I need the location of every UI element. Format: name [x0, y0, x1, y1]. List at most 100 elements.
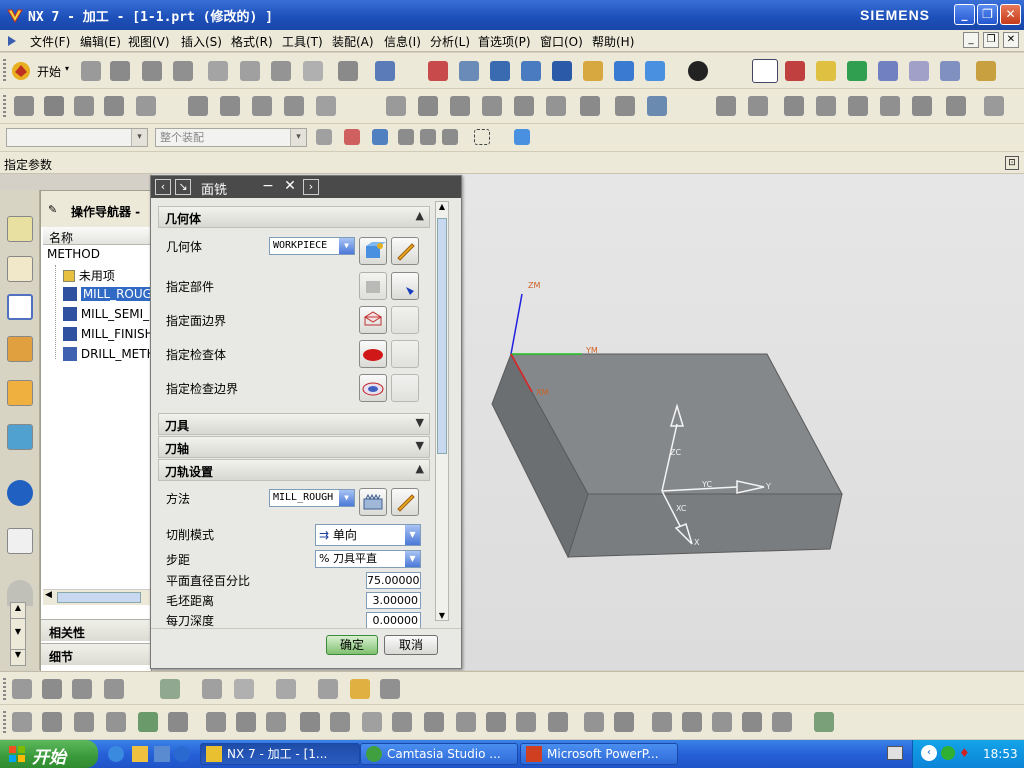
dialog-pin-button[interactable]: ↘	[175, 179, 191, 195]
general-filter-icon[interactable]	[316, 129, 332, 145]
edit-feature-icon[interactable]	[652, 712, 672, 732]
network-icon[interactable]	[941, 746, 955, 760]
method-select[interactable]: MILL_ROUGH ▼	[269, 489, 355, 507]
task-nx[interactable]: NX 7 - 加工 - [1...	[200, 743, 360, 765]
media-player-icon[interactable]	[154, 746, 170, 762]
menu-help[interactable]: 帮助(H)	[592, 33, 634, 50]
delete-icon[interactable]	[303, 61, 323, 81]
post-icon[interactable]	[940, 61, 960, 81]
display-face-boundary-button[interactable]	[391, 306, 419, 334]
shaded-icon[interactable]	[614, 61, 634, 81]
section-dependencies[interactable]: 相关性	[41, 619, 151, 641]
verify-icon[interactable]	[878, 61, 898, 81]
start-button[interactable]: 开始	[0, 740, 98, 768]
type-filter-select[interactable]: ▾	[6, 128, 148, 147]
menu-assembly[interactable]: 装配(A)	[332, 33, 374, 50]
select-check-boundary-button[interactable]	[359, 374, 387, 402]
display-check-body-button[interactable]	[391, 340, 419, 368]
scroll-thumb[interactable]	[437, 218, 447, 454]
new-icon[interactable]	[81, 61, 101, 81]
ie-icon[interactable]	[108, 746, 124, 762]
snap-icon[interactable]	[372, 129, 388, 145]
rotate-icon[interactable]	[552, 61, 572, 81]
column-header-name[interactable]: 名称	[43, 227, 151, 245]
dialog-close-button[interactable]: ✕	[281, 179, 299, 195]
point-icon[interactable]	[234, 679, 254, 699]
menu-view[interactable]: 视图(V)	[128, 33, 170, 50]
select-body-icon[interactable]	[442, 129, 458, 145]
clear-icon[interactable]	[984, 96, 1004, 116]
edit-feature-icon[interactable]	[392, 712, 412, 732]
merge-icon[interactable]	[912, 96, 932, 116]
copy-object-icon[interactable]	[252, 96, 272, 116]
cut-object-icon[interactable]	[220, 96, 240, 116]
geometry-select[interactable]: WORKPIECE ▼	[269, 237, 355, 255]
simulate-machine-icon[interactable]	[615, 96, 635, 116]
menu-info[interactable]: 信息(I)	[384, 33, 421, 50]
cue-line-toggle-icon[interactable]: ⊡	[1005, 156, 1019, 170]
web-browser-icon[interactable]	[7, 528, 33, 554]
zoom-icon[interactable]	[490, 61, 510, 81]
doc-close-button[interactable]: ✕	[1003, 32, 1019, 48]
zoom-window-icon[interactable]	[459, 61, 479, 81]
select-face-boundary-button[interactable]	[359, 306, 387, 334]
edit-feature-icon[interactable]	[456, 712, 476, 732]
menu-edit[interactable]: 编辑(E)	[80, 33, 121, 50]
dialog-collapse-button[interactable]: −	[259, 179, 277, 195]
scope-select[interactable]: 整个装配 ▾	[155, 128, 307, 147]
operation-navigator-icon[interactable]	[7, 294, 33, 320]
save-icon[interactable]	[142, 61, 162, 81]
copy-icon[interactable]	[240, 61, 260, 81]
orient-icon[interactable]	[785, 61, 805, 81]
render-style-icon[interactable]	[688, 61, 708, 81]
feature-icon[interactable]	[202, 679, 222, 699]
edit-geometry-button[interactable]	[391, 237, 419, 265]
doc-restore-button[interactable]: ❐	[983, 32, 999, 48]
section-geometry[interactable]: 几何体 ▲	[158, 206, 430, 228]
explorer-icon[interactable]	[132, 746, 148, 762]
start-menu-button[interactable]: 开始 ▾	[10, 59, 72, 83]
rebuild-icon[interactable]	[880, 96, 900, 116]
paste-icon[interactable]	[271, 61, 291, 81]
output-cls-icon[interactable]	[546, 96, 566, 116]
constraint-navigator-icon[interactable]	[7, 256, 33, 282]
block-icon[interactable]	[350, 679, 370, 699]
shop-doc-icon[interactable]	[514, 96, 534, 116]
create-geometry-icon[interactable]	[74, 96, 94, 116]
assembly-navigator-icon[interactable]	[7, 216, 33, 242]
dialog-scrollbar[interactable]: ▲ ▼	[435, 201, 449, 621]
select-part-button[interactable]	[359, 272, 387, 300]
tree-item-method[interactable]: METHOD	[47, 247, 100, 267]
dialog-back-button[interactable]: ‹	[155, 179, 171, 195]
edit-feature-icon[interactable]	[486, 712, 506, 732]
select-filter-icon[interactable]	[816, 61, 836, 81]
edit-feature-icon[interactable]	[236, 712, 256, 732]
toolbar-grip[interactable]	[3, 59, 6, 83]
report-icon[interactable]	[647, 96, 667, 116]
edit-feature-icon[interactable]	[614, 712, 634, 732]
create-operation-icon[interactable]	[136, 96, 156, 116]
fit-icon[interactable]	[428, 61, 448, 81]
edit-feature-icon[interactable]	[814, 712, 834, 732]
toolbar-grip[interactable]	[3, 711, 6, 733]
edit-method-button[interactable]	[391, 488, 419, 516]
diameter-percent-input[interactable]: 75.00000	[366, 572, 421, 589]
select-icon[interactable]	[344, 129, 360, 145]
depth-per-cut-input[interactable]: 0.00000	[366, 612, 421, 629]
feature-icon[interactable]	[72, 679, 92, 699]
menu-format[interactable]: 格式(R)	[231, 33, 273, 50]
cut-icon[interactable]	[208, 61, 228, 81]
find-icon[interactable]	[848, 96, 868, 116]
blank-distance-input[interactable]: 3.00000	[366, 592, 421, 609]
object-info-icon[interactable]	[450, 96, 470, 116]
edit-feature-icon[interactable]	[584, 712, 604, 732]
dialog-forward-button[interactable]: ›	[303, 179, 319, 195]
display-object-icon[interactable]	[386, 96, 406, 116]
info-icon[interactable]	[375, 61, 395, 81]
edit-feature-icon[interactable]	[682, 712, 702, 732]
tree-item-mill-semi-finish[interactable]: MILL_SEMI_FINISH	[63, 307, 151, 327]
gouge-check-icon[interactable]	[816, 96, 836, 116]
new-geometry-button[interactable]	[359, 237, 387, 265]
restore-button[interactable]: ❐	[977, 4, 998, 25]
edit-feature-icon[interactable]	[772, 712, 792, 732]
